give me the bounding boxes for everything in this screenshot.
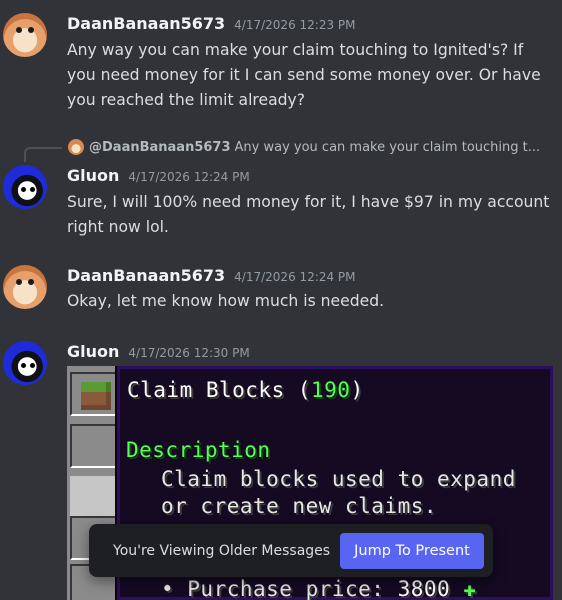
timestamp: 4/17/2026 12:30 PM [128, 346, 250, 360]
reply-spine [24, 147, 62, 162]
message-header: DaanBanaan5673 4/17/2026 12:24 PM [67, 266, 356, 285]
message-content: Okay, let me know how much is needed. [67, 292, 385, 310]
timestamp: 4/17/2026 12:24 PM [128, 170, 250, 184]
tooltip-price: • Purchase price: 3800 ✚ [161, 577, 477, 600]
author-name[interactable]: Gluon [67, 166, 119, 185]
tooltip-description-line: or create new claims. [161, 494, 438, 518]
author-name[interactable]: Gluon [67, 342, 119, 361]
message-content: Sure, I will 100% need money for it, I h… [67, 193, 550, 236]
message-content: Any way you can make your claim touching… [67, 41, 541, 109]
message-header: DaanBanaan5673 4/17/2026 12:23 PM [67, 14, 356, 33]
older-messages-text: You're Viewing Older Messages [113, 542, 331, 559]
avatar[interactable] [3, 341, 47, 385]
reply-text[interactable]: Any way you can make your claim touching… [235, 140, 541, 155]
message-header: Gluon 4/17/2026 12:30 PM [67, 342, 250, 361]
older-messages-bar: You're Viewing Older Messages Jump To Pr… [89, 524, 493, 577]
tooltip-description-heading: Description [126, 438, 271, 462]
inventory-slot [70, 476, 118, 520]
timestamp: 4/17/2026 12:24 PM [234, 270, 356, 284]
reply-avatar [68, 139, 84, 155]
reply-preview[interactable]: @DaanBanaan5673 Any way you can make you… [68, 139, 553, 155]
avatar[interactable] [3, 165, 47, 209]
timestamp: 4/17/2026 12:23 PM [234, 18, 356, 32]
message-header: Gluon 4/17/2026 12:24 PM [67, 166, 250, 185]
tooltip-description-line: Claim blocks used to expand [161, 467, 516, 491]
jump-to-present-button[interactable]: Jump To Present [340, 533, 484, 569]
inventory-slot [70, 372, 118, 416]
tooltip-title: Claim Blocks (190) [127, 378, 364, 402]
grass-block-icon [81, 382, 111, 410]
reply-author[interactable]: @DaanBanaan5673 [89, 140, 231, 155]
avatar[interactable] [3, 13, 47, 57]
avatar[interactable] [3, 265, 47, 309]
inventory-slot [70, 424, 118, 468]
author-name[interactable]: DaanBanaan5673 [67, 14, 225, 33]
author-name[interactable]: DaanBanaan5673 [67, 266, 225, 285]
